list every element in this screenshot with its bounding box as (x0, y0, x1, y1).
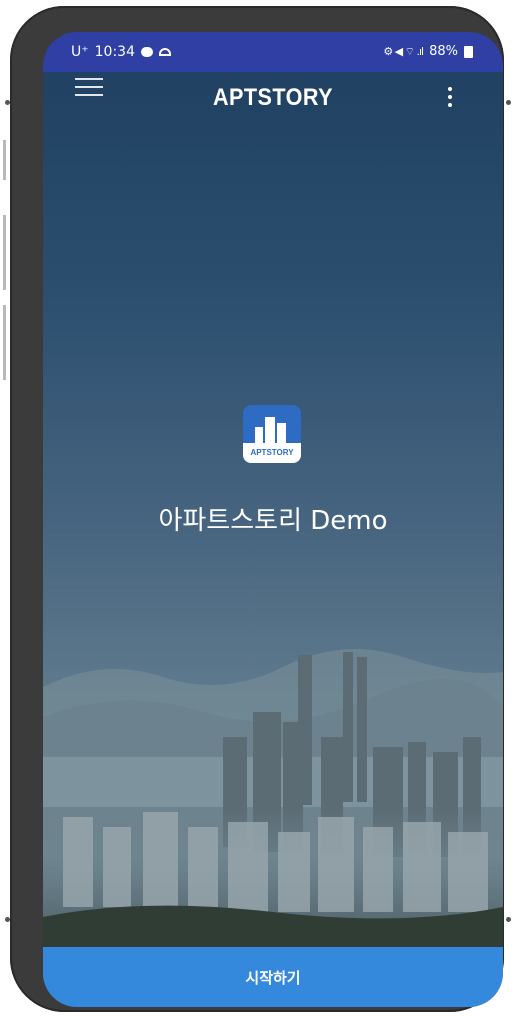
signal-icons: ⚙ ◀ ⌔ .ıl (383, 44, 424, 58)
phone-frame: U⁺ 10:34 ⚙ ◀ ⌔ .ıl 88% APTSTORY APTSTORY… (10, 6, 504, 1012)
status-left: U⁺ 10:34 (71, 44, 171, 60)
status-right: ⚙ ◀ ⌔ .ıl 88% (383, 44, 473, 59)
battery-percent: 88% (429, 44, 458, 59)
frame-pin (506, 917, 511, 922)
volume-up-button (3, 215, 6, 290)
app-title: APTSTORY (212, 84, 334, 111)
status-bar: U⁺ 10:34 ⚙ ◀ ⌔ .ıl 88% (43, 32, 503, 72)
more-vertical-icon[interactable] (447, 87, 453, 111)
clock: 10:34 (94, 44, 135, 60)
carrier-label: U⁺ (71, 44, 89, 60)
notification-icon (159, 48, 171, 56)
city-skyline-image (43, 649, 503, 947)
message-icon (141, 47, 153, 57)
start-button[interactable]: 시작하기 (43, 947, 503, 1007)
app-screen: U⁺ 10:34 ⚙ ◀ ⌔ .ıl 88% APTSTORY APTSTORY… (43, 32, 503, 1007)
app-name-label: 아파트스토리 Demo (158, 506, 388, 536)
app-logo: APTSTORY (243, 405, 301, 463)
frame-pin (506, 100, 511, 105)
side-button-top (3, 140, 6, 180)
battery-icon (464, 45, 473, 58)
volume-down-button (3, 305, 6, 380)
logo-text: APTSTORY (243, 443, 301, 463)
